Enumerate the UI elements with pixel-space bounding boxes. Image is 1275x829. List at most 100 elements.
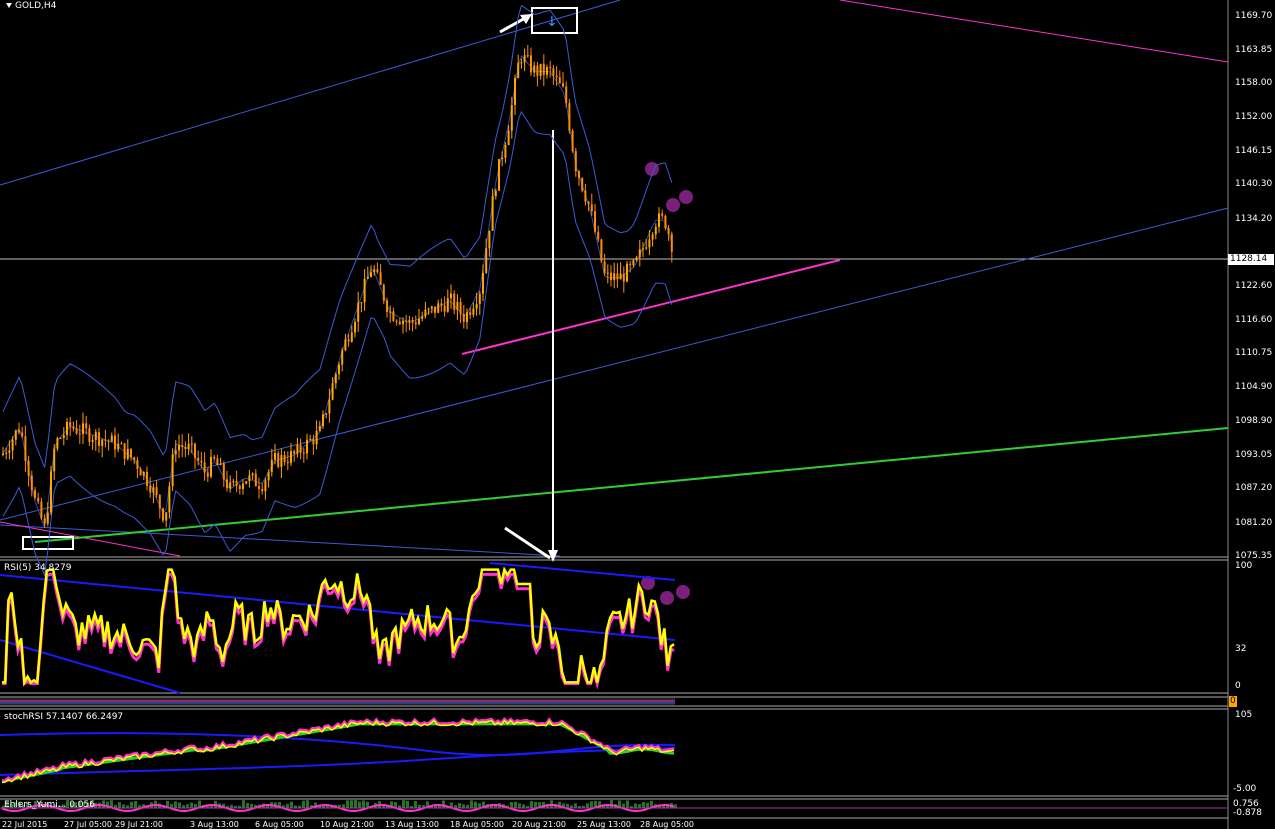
rsi-panel: [0, 562, 676, 694]
candle-body: [309, 439, 312, 441]
candle-body: [626, 263, 628, 282]
candle-body: [59, 437, 62, 439]
time-tick-label: 20 Aug 21:00: [512, 820, 566, 829]
ehlers-bar: [634, 803, 637, 808]
ehlers-bar: [462, 804, 465, 808]
price-tick-label: 1146.15: [1235, 145, 1273, 156]
candle-body: [75, 428, 78, 434]
rsi-line: [2, 566, 675, 687]
candle-body: [2, 453, 4, 455]
candle-body: [66, 421, 68, 435]
candle-body: [216, 458, 219, 465]
candle-body: [552, 68, 555, 76]
ehlers-bar: [306, 800, 309, 808]
candle-body: [440, 303, 443, 306]
candle-body: [539, 63, 542, 76]
candle-body: [376, 269, 379, 273]
price-tick-label: 1158.00: [1235, 77, 1273, 88]
candle-body: [494, 190, 497, 197]
candle-body: [491, 196, 494, 231]
price-tick-label: 1104.90: [1235, 381, 1273, 392]
ehlers-bar: [534, 801, 537, 808]
rsi-divergence-dot: [676, 585, 690, 599]
candle-body: [34, 490, 36, 498]
time-tick-label: 28 Aug 05:00: [640, 820, 694, 829]
ehlers-bar: [470, 800, 473, 808]
candle-body: [152, 487, 155, 493]
ehlers-bar: [514, 801, 517, 808]
candle-body: [283, 455, 286, 462]
candle-body: [171, 454, 174, 487]
candle-body: [315, 430, 318, 445]
time-tick-label: 3 Aug 13:00: [190, 820, 239, 829]
candle-body: [302, 452, 305, 454]
candle-body: [661, 213, 664, 216]
candle-body: [331, 383, 334, 400]
ehlers-bar: [406, 800, 409, 808]
ehlers-bar: [122, 804, 125, 808]
candle-body: [261, 488, 264, 492]
candle-body: [418, 318, 420, 325]
candle-body: [565, 86, 568, 104]
ehlers-bar: [674, 804, 677, 808]
candle-body: [344, 339, 347, 351]
candle-body: [405, 320, 408, 322]
candle-body: [382, 284, 385, 301]
candle-body: [651, 234, 654, 240]
ehlers-bar: [642, 802, 645, 808]
candle-body: [53, 448, 56, 472]
ehlers-bar: [118, 802, 121, 808]
candle-body: [174, 450, 177, 455]
candle-body: [165, 512, 168, 521]
price-tick-label: 1093.05: [1235, 449, 1273, 460]
candle-body: [267, 472, 270, 481]
candle-body: [133, 457, 136, 461]
stochrsi-level-neg5: -5.00: [1233, 784, 1257, 794]
candle-body: [645, 247, 648, 249]
price-tick-label: 1134.20: [1235, 214, 1273, 225]
candle-body: [162, 508, 164, 521]
ehlers-bar: [250, 803, 253, 808]
candle-body: [120, 443, 123, 445]
candle-body: [248, 475, 251, 482]
price-tick-label: 1110.75: [1235, 348, 1273, 359]
candle-body: [123, 443, 126, 459]
candle-body: [450, 293, 452, 299]
candle-body: [200, 460, 203, 463]
price-tick-label: 1116.60: [1235, 314, 1273, 325]
candle-body: [427, 308, 430, 310]
ehlers-bar: [586, 803, 589, 808]
candle-body: [389, 311, 392, 313]
candle-body: [280, 455, 283, 467]
candle-body: [136, 460, 139, 470]
divergence-dot: [666, 198, 680, 212]
candle-body: [466, 312, 468, 322]
candle-body: [222, 463, 225, 480]
ehlers-level-bottom: -0.878: [1233, 808, 1263, 818]
candle-body: [510, 104, 513, 131]
candle-body: [130, 448, 132, 458]
time-tick-label: 18 Aug 05:00: [450, 820, 504, 829]
candle-body: [357, 302, 360, 322]
candle-body: [670, 234, 673, 252]
candle-body: [114, 435, 116, 450]
candle-body: [488, 230, 491, 249]
candle-body: [507, 130, 510, 145]
stochrsi-label: stochRSI 57.1407 66.2497: [4, 712, 124, 722]
down-arrow-icon: ↓: [546, 14, 558, 30]
ehlers-bar: [242, 800, 245, 808]
candle-body: [274, 453, 276, 460]
chart-title[interactable]: GOLD,H4: [6, 1, 56, 12]
candle-body: [270, 459, 273, 473]
candle-body: [386, 300, 388, 312]
candle-body: [85, 423, 88, 429]
ehlers-bar: [350, 800, 353, 808]
candle-body: [606, 272, 609, 274]
candle-body: [360, 302, 363, 304]
time-tick-label: 22 Jul 2015: [2, 820, 48, 829]
bollinger-middle: [2, 55, 673, 529]
candle-body: [296, 444, 299, 454]
ehlers-bar: [134, 801, 137, 808]
candle-body: [648, 239, 651, 248]
candle-body: [430, 306, 433, 309]
